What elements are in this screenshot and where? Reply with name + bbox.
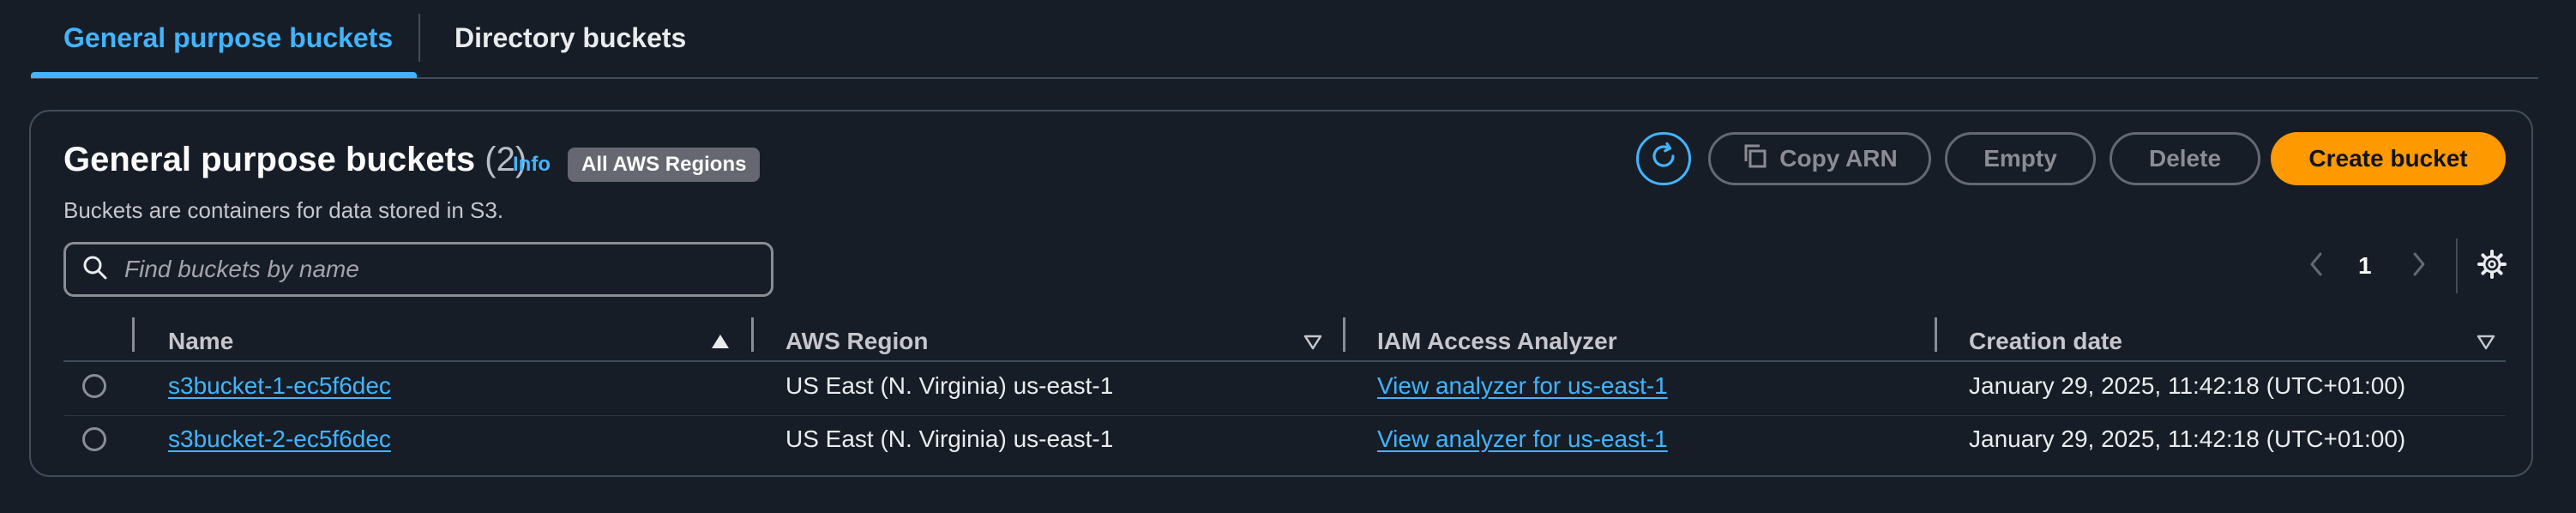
table-header-divider: [63, 360, 2506, 362]
gear-icon: [2477, 250, 2507, 283]
sort-descending-icon[interactable]: [2477, 335, 2495, 354]
column-resize-handle[interactable]: [751, 317, 754, 352]
creation-date: January 29, 2025, 11:42:18 (UTC+01:00): [1969, 372, 2406, 399]
row-divider: [63, 415, 2506, 416]
refresh-icon: [1648, 141, 1679, 178]
active-tab-indicator: [31, 72, 417, 78]
copy-arn-label: Copy ARN: [1779, 145, 1898, 172]
sort-descending-icon[interactable]: [1303, 335, 1322, 354]
current-page-number[interactable]: 1: [2358, 252, 2372, 280]
pagination-divider: [2456, 238, 2458, 293]
search-box: [63, 242, 773, 297]
creation-date: January 29, 2025, 11:42:18 (UTC+01:00): [1969, 425, 2406, 452]
panel-description: Buckets are containers for data stored i…: [63, 197, 504, 223]
copy-arn-button[interactable]: Copy ARN: [1708, 132, 1931, 185]
panel-title: General purpose buckets (2): [63, 141, 527, 179]
previous-page-button[interactable]: [2305, 249, 2329, 284]
column-header-name[interactable]: Name: [168, 328, 233, 355]
column-header-region[interactable]: AWS Region: [785, 328, 928, 355]
table-preferences-button[interactable]: [2477, 249, 2507, 284]
column-resize-handle[interactable]: [1343, 317, 1345, 352]
bucket-name-link[interactable]: s3bucket-1-ec5f6dec: [168, 372, 391, 400]
info-link[interactable]: Info: [513, 153, 551, 177]
row-select-radio[interactable]: [82, 374, 106, 398]
tab-general-purpose-buckets[interactable]: General purpose buckets: [63, 22, 393, 54]
delete-button[interactable]: Delete: [2110, 132, 2260, 185]
view-analyzer-link[interactable]: View analyzer for us-east-1: [1377, 425, 1668, 453]
chevron-right-icon: [2406, 252, 2430, 283]
search-input[interactable]: [123, 255, 771, 284]
column-header-access-analyzer[interactable]: IAM Access Analyzer: [1377, 328, 1617, 355]
panel-title-text: General purpose buckets: [63, 141, 476, 178]
empty-button[interactable]: Empty: [1945, 132, 2096, 185]
search-icon: [81, 254, 109, 286]
buckets-panel: General purpose buckets (2) Info All AWS…: [29, 110, 2533, 477]
bucket-region: US East (N. Virginia) us-east-1: [785, 372, 1114, 399]
tab-directory-buckets[interactable]: Directory buckets: [454, 22, 686, 54]
bucket-type-tabs: General purpose buckets Directory bucket…: [31, 0, 2538, 79]
region-badge: All AWS Regions: [568, 148, 761, 182]
column-divider: [132, 317, 135, 352]
copy-icon: [1742, 142, 1769, 176]
row-select-radio[interactable]: [82, 427, 106, 451]
sort-ascending-icon[interactable]: [710, 333, 731, 354]
create-bucket-button[interactable]: Create bucket: [2271, 132, 2506, 185]
bucket-region: US East (N. Virginia) us-east-1: [785, 425, 1114, 452]
column-header-creation-date[interactable]: Creation date: [1969, 328, 2122, 355]
refresh-button[interactable]: [1636, 132, 1691, 185]
bucket-name-link[interactable]: s3bucket-2-ec5f6dec: [168, 425, 391, 453]
view-analyzer-link[interactable]: View analyzer for us-east-1: [1377, 372, 1668, 400]
tab-divider: [418, 14, 420, 62]
column-resize-handle[interactable]: [1935, 317, 1937, 352]
next-page-button[interactable]: [2406, 249, 2430, 284]
chevron-left-icon: [2305, 252, 2329, 283]
